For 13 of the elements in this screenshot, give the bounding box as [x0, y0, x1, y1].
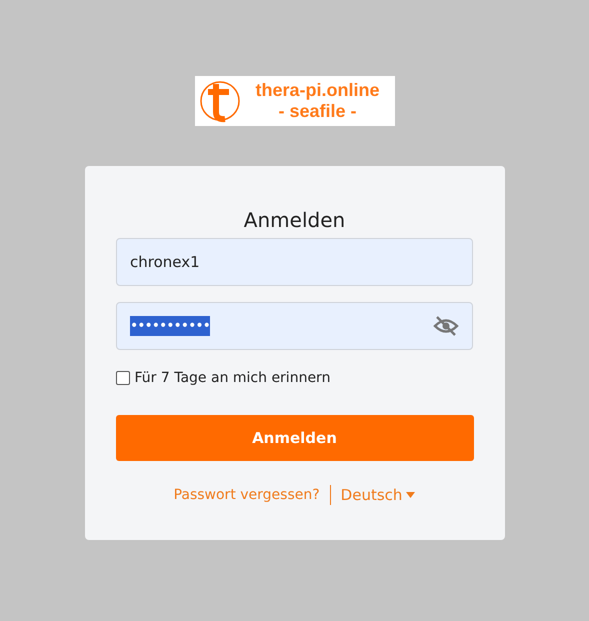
logo-title: thera-pi.online [255, 80, 380, 101]
login-button[interactable]: Anmelden [116, 415, 474, 461]
remember-label: Für 7 Tage an mich erinnern [134, 370, 330, 386]
password-field[interactable]: ••••••••••• [116, 302, 473, 350]
login-title: Anmelden [244, 208, 346, 234]
remember-checkbox[interactable] [116, 371, 130, 385]
language-dropdown[interactable]: Deutsch [340, 486, 416, 504]
eye-off-icon[interactable] [433, 315, 459, 337]
caret-icon [406, 492, 416, 498]
username-field[interactable]: chronex1 [116, 238, 473, 286]
forgot-password-link[interactable]: Passwort vergessen? [174, 487, 320, 503]
password-mask: ••••••••••• [130, 316, 210, 336]
logo-subtitle: - seafile - [278, 101, 357, 122]
